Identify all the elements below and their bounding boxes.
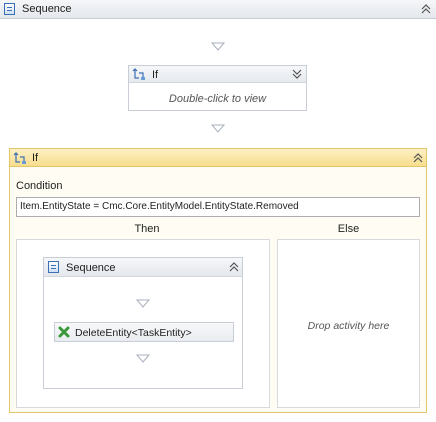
condition-expression-input[interactable]: Item.EntityState = Cmc.Core.EntityModel.… [16, 197, 420, 217]
else-drop-placeholder: Drop activity here [307, 320, 390, 332]
if-activity-expanded[interactable]: If Condition Item.EntityState = Cmc.Core… [9, 148, 427, 413]
if-collapsed-body-text: Double-click to view [168, 93, 267, 105]
condition-label: Condition [16, 180, 63, 192]
if-activity-icon [13, 152, 27, 164]
then-label: Then [134, 223, 160, 235]
drop-target-arrow-icon[interactable] [135, 354, 151, 363]
if-collapsed-title: If [152, 69, 159, 81]
sequence-icon [48, 261, 59, 273]
double-chevron-down-icon[interactable] [292, 69, 302, 79]
drop-target-arrow-icon[interactable] [210, 42, 226, 51]
else-label: Else [337, 223, 360, 235]
sequence-icon [4, 3, 15, 15]
if-expanded-header[interactable]: If [10, 149, 426, 167]
inner-sequence-header[interactable]: Sequence [44, 258, 242, 277]
inner-sequence[interactable]: Sequence DeleteEntity<TaskEntity> [43, 257, 243, 389]
if-expanded-title: If [32, 152, 39, 164]
delete-x-icon [58, 326, 70, 338]
delete-entity-label: DeleteEntity<TaskEntity> [75, 327, 192, 339]
outer-sequence-header[interactable]: Sequence [0, 0, 436, 19]
drop-target-arrow-icon[interactable] [210, 124, 226, 133]
if-collapsed-header[interactable]: If [129, 66, 306, 83]
outer-sequence-title: Sequence [22, 3, 72, 15]
double-chevron-up-icon[interactable] [229, 262, 239, 272]
drop-target-arrow-icon[interactable] [135, 299, 151, 308]
else-branch[interactable]: Drop activity here [277, 239, 420, 408]
double-chevron-up-icon[interactable] [421, 4, 431, 14]
then-branch[interactable]: Sequence DeleteEntity<TaskEntity> [16, 239, 270, 408]
double-chevron-up-icon[interactable] [413, 153, 423, 163]
if-activity-icon [132, 68, 146, 80]
inner-sequence-title: Sequence [66, 262, 116, 274]
delete-entity-activity[interactable]: DeleteEntity<TaskEntity> [54, 322, 234, 342]
if-activity-collapsed[interactable]: If Double-click to view [128, 65, 307, 111]
